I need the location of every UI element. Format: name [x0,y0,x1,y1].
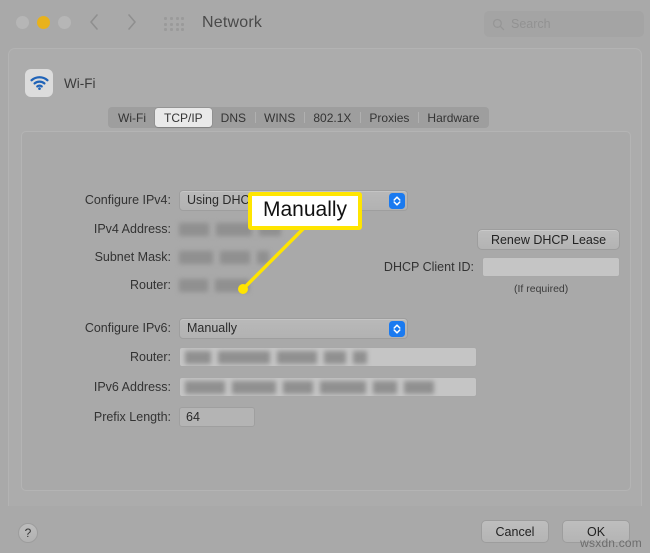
network-preferences-window: Network Search Wi-Fi Wi-Fi TCP/IP DNS WI… [0,0,650,553]
ipv6-router-label: Router: [130,350,171,364]
dhcp-client-id-label: DHCP Client ID: [383,260,474,274]
tab-dns[interactable]: DNS [212,108,255,127]
ipv6-router-input[interactable] [179,347,477,367]
ipv4-address-label: IPv4 Address: [93,222,171,236]
tcp-ip-settings-box: Configure IPv4: Using DHCP IPv4 Address:… [21,131,631,491]
ipv4-router-label: Router: [130,278,171,292]
configure-ipv6-row: Configure IPv6: Manually [74,317,408,339]
service-name-label: Wi-Fi [64,75,96,91]
ipv4-router-value [179,278,249,292]
wifi-icon [25,69,53,97]
tab-wi-fi[interactable]: Wi-Fi [109,108,155,127]
tab-bar: Wi-Fi TCP/IP DNS WINS 802.1X Proxies Har… [108,107,490,128]
tab-proxies[interactable]: Proxies [360,108,418,127]
preferences-panel: Wi-Fi Wi-Fi TCP/IP DNS WINS 802.1X Proxi… [8,48,642,506]
ipv4-router-row: Router: [74,275,249,295]
tab-hardware[interactable]: Hardware [418,108,488,127]
title-bar: Network Search [0,0,650,48]
ipv6-address-row: IPv6 Address: [74,377,477,397]
prefix-length-input[interactable]: 64 [179,407,255,427]
watermark: wsxdn.com [580,536,642,550]
service-header: Wi-Fi [25,69,95,97]
configure-ipv4-label: Configure IPv4: [84,193,171,207]
tab-wins[interactable]: WINS [255,108,304,127]
search-placeholder: Search [511,17,551,31]
ipv6-address-label: IPv6 Address: [93,380,171,394]
forward-chevron-icon[interactable] [126,12,138,32]
cancel-button[interactable]: Cancel [481,520,549,543]
prefix-length-row: Prefix Length: 64 [74,407,255,427]
subnet-mask-value [179,250,269,264]
ipv6-address-value [185,381,434,394]
configure-ipv6-label: Configure IPv6: [84,321,171,335]
subnet-mask-row: Subnet Mask: [74,247,269,267]
search-field[interactable]: Search [484,11,644,37]
dhcp-client-id-input[interactable] [482,257,620,277]
dhcp-client-id-row: DHCP Client ID: [374,257,620,277]
ipv6-router-row: Router: [74,347,477,367]
traffic-lights [16,16,71,29]
show-all-grid-icon[interactable] [164,17,186,33]
search-icon [492,18,505,31]
callout-label: Manually [248,192,363,230]
tab-tcp-ip[interactable]: TCP/IP [154,108,212,127]
configure-ipv6-select[interactable]: Manually [179,317,408,339]
close-button[interactable] [16,16,29,29]
prefix-length-label: Prefix Length: [93,410,171,424]
dhcp-client-id-hint: (If required) [514,283,569,295]
ipv6-address-input[interactable] [179,377,477,397]
subnet-mask-label: Subnet Mask: [94,250,171,264]
chevron-up-down-icon [389,192,405,209]
back-chevron-icon[interactable] [88,12,100,32]
dialog-footer: ? Cancel OK [0,506,650,553]
renew-dhcp-lease-button[interactable]: Renew DHCP Lease [477,229,620,250]
tab-802-1x[interactable]: 802.1X [304,108,360,127]
chevron-up-down-icon [389,320,405,337]
navigation-arrows [88,12,138,32]
ipv6-router-value [185,351,367,364]
help-button[interactable]: ? [18,523,38,543]
zoom-button[interactable] [58,16,71,29]
minimize-button[interactable] [37,16,50,29]
configure-ipv6-value: Manually [187,321,238,335]
page-title: Network [202,14,263,31]
